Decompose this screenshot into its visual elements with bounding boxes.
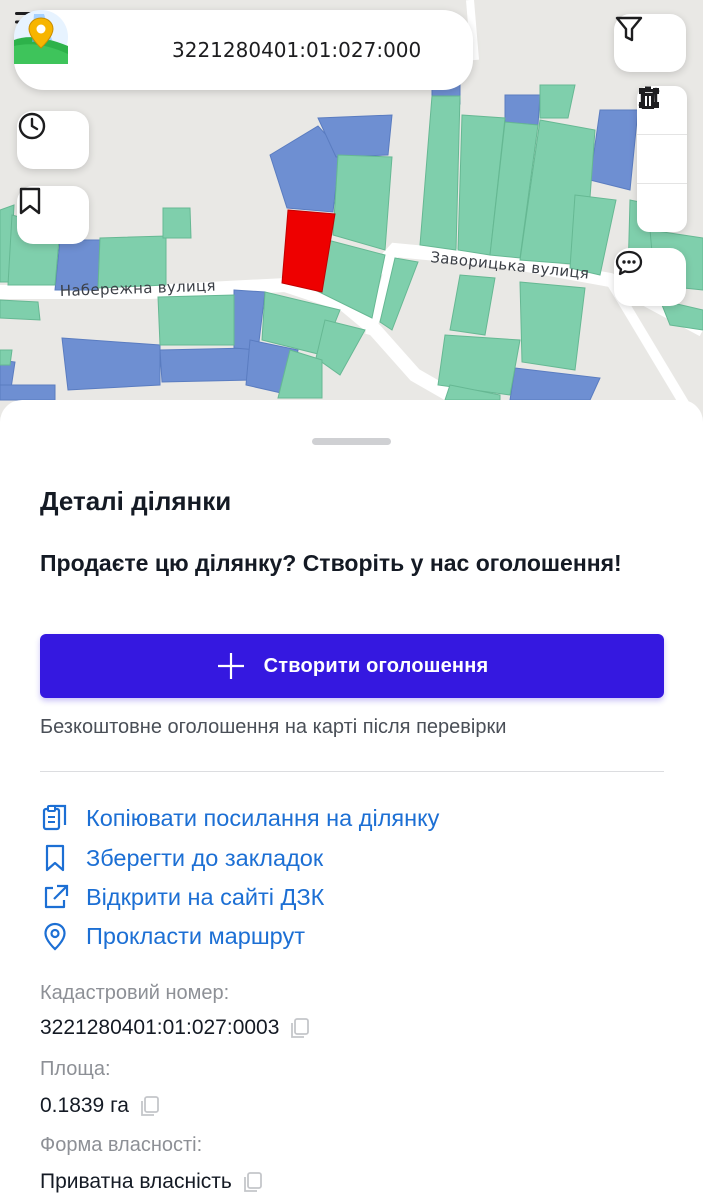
trash-icon xyxy=(639,86,657,109)
copy-link-label: Копіювати посилання на ділянку xyxy=(86,804,440,831)
delete-drawing-button[interactable] xyxy=(637,86,687,232)
area-row: 0.1839 га xyxy=(40,1094,161,1118)
sell-promo-text: Продаєте цю ділянку? Створіть у нас огол… xyxy=(40,550,622,576)
map-view[interactable]: Набережна вулиця Заворицька вулиця xyxy=(0,0,703,430)
search-input[interactable] xyxy=(172,38,420,62)
open-dzk-label: Відкрити на сайті ДЗК xyxy=(86,883,325,910)
copy-icon[interactable] xyxy=(242,1171,264,1193)
search-bar xyxy=(14,10,473,90)
copy-icon[interactable] xyxy=(289,1017,311,1039)
app-logo xyxy=(14,10,140,77)
chat-icon xyxy=(615,250,643,276)
external-link-icon xyxy=(40,881,70,913)
ownership-row: Приватна власність xyxy=(40,1170,264,1194)
drawing-toolbar xyxy=(637,86,687,232)
route-action[interactable]: Прокласти маршрут xyxy=(40,920,305,952)
bookmark-icon xyxy=(19,187,41,215)
history-button[interactable] xyxy=(17,111,89,169)
open-dzk-action[interactable]: Відкрити на сайті ДЗК xyxy=(40,881,324,913)
ownership-label: Форма власності: xyxy=(40,1134,203,1156)
divider xyxy=(40,771,664,772)
create-listing-button[interactable]: Створити оголошення xyxy=(40,634,664,698)
copy-icon[interactable] xyxy=(139,1095,161,1117)
create-listing-label: Створити оголошення xyxy=(263,654,489,677)
chat-button[interactable] xyxy=(614,248,686,306)
filter-button[interactable] xyxy=(614,14,686,72)
ownership-value: Приватна власність xyxy=(40,1170,232,1193)
save-bookmark-action[interactable]: Зберегти до закладок xyxy=(40,842,323,874)
plus-icon xyxy=(216,651,246,681)
copy-link-action[interactable]: Копіювати посилання на ділянку xyxy=(40,802,439,834)
filter-icon xyxy=(615,16,643,42)
bookmark-icon xyxy=(40,842,70,874)
clipboard-icon xyxy=(40,802,70,834)
draw-polygon-button[interactable] xyxy=(637,88,687,183)
cadastral-number-row: 3221280401:01:027:0003 xyxy=(40,1016,311,1040)
bookmarks-button[interactable] xyxy=(17,186,89,244)
parcel-details-sheet: Деталі ділянки Продаєте цю ділянку? Ство… xyxy=(0,400,703,1200)
sheet-title: Деталі ділянки xyxy=(40,486,232,516)
create-listing-note: Безкоштовне оголошення на карті після пе… xyxy=(40,716,507,738)
route-label: Прокласти маршрут xyxy=(86,922,305,949)
cadastral-number-label: Кадастровий номер: xyxy=(40,982,230,1004)
location-pin-icon xyxy=(40,920,70,952)
cadastral-number-value: 3221280401:01:027:0003 xyxy=(40,1016,280,1039)
area-label: Площа: xyxy=(40,1058,111,1080)
clock-icon xyxy=(18,112,46,140)
save-bookmark-label: Зберегти до закладок xyxy=(86,844,324,871)
area-value: 0.1839 га xyxy=(40,1094,129,1117)
sheet-drag-handle[interactable] xyxy=(312,438,391,445)
